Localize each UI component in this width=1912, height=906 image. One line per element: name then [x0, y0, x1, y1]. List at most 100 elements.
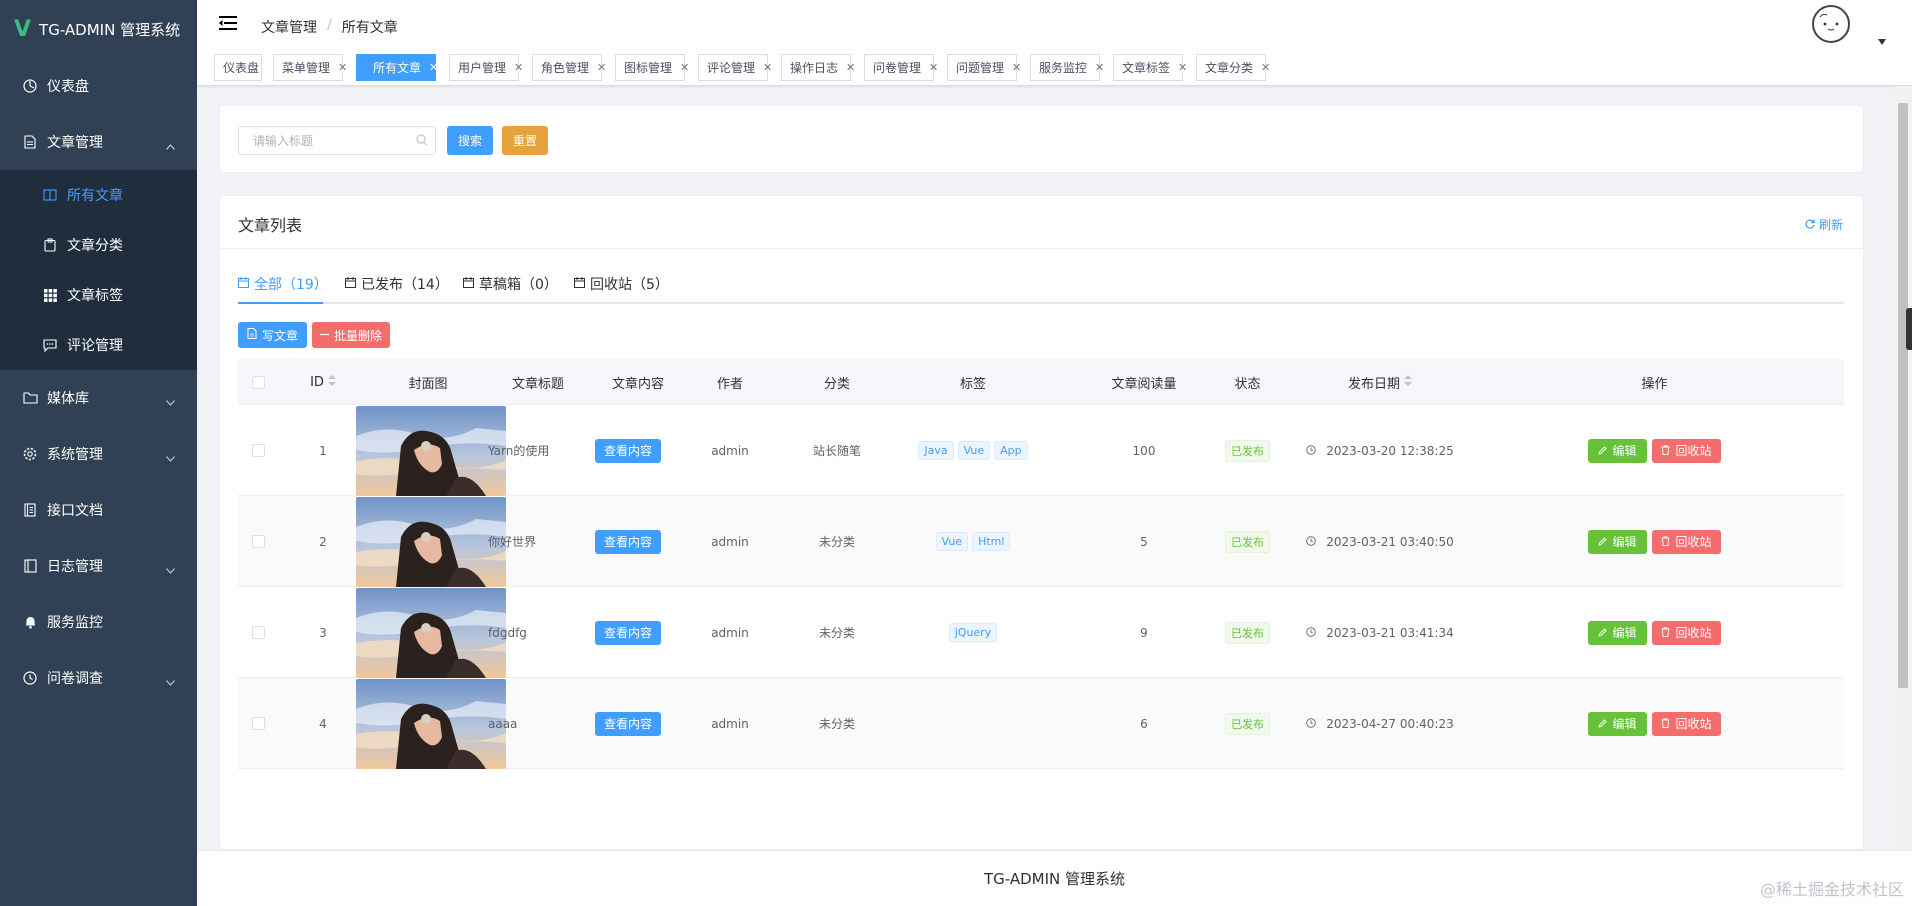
sidebar-item-1[interactable]: 仪表盘 [0, 58, 197, 114]
scrollbar-thumb[interactable] [1898, 103, 1908, 688]
column-header-label: 发布日期 [1347, 376, 1400, 392]
edit-button[interactable]: 编辑 [1588, 438, 1647, 463]
sidebar-subitem-3[interactable]: 文章标签 [0, 270, 197, 320]
tag-4[interactable]: 用户管理 ✕ [449, 54, 523, 81]
close-icon[interactable]: ✕ [429, 61, 438, 74]
view-content-button[interactable]: 查看内容 [595, 711, 661, 736]
tab-3[interactable]: 草稿箱（0） [463, 274, 558, 294]
tag-8[interactable]: 操作日志 ✕ [781, 54, 855, 81]
cell-date: 2023-04-27 00:40:23 [1295, 678, 1465, 769]
column-header[interactable]: 发布日期 [1295, 359, 1465, 405]
grid-icon [42, 287, 58, 303]
view-content-button[interactable]: 查看内容 [595, 620, 661, 645]
sidebar-subitem-1[interactable]: 所有文章 [0, 170, 197, 220]
search-button[interactable]: 搜索 [447, 126, 493, 155]
edit-button[interactable]: 编辑 [1588, 711, 1647, 736]
tag-2[interactable]: 菜单管理 ✕ [273, 54, 347, 81]
breadcrumb-parent[interactable]: 文章管理 [261, 17, 317, 37]
tag-3[interactable]: 所有文章 ✕ [356, 54, 438, 81]
sidebar-subitem-4[interactable]: 评论管理 [0, 320, 197, 370]
sidebar-item-5[interactable]: 接口文档 [0, 482, 197, 538]
recycle-button[interactable]: 回收站 [1652, 620, 1721, 645]
write-article-button[interactable]: 写文章 [238, 322, 307, 348]
tag-1[interactable]: 仪表盘 [214, 54, 262, 81]
column-header[interactable]: ID [278, 359, 368, 405]
sidebar-item-7[interactable]: 服务监控 [0, 594, 197, 650]
close-icon[interactable]: ✕ [763, 61, 772, 74]
tag-5[interactable]: 角色管理 ✕ [532, 54, 606, 81]
recycle-button[interactable]: 回收站 [1652, 711, 1721, 736]
cell-author-text: admin [711, 716, 749, 731]
side-handle[interactable] [1906, 308, 1912, 350]
sidebar-item-6[interactable]: 日志管理 [0, 538, 197, 594]
trash-icon [1661, 717, 1670, 731]
edit-button[interactable]: 编辑 [1588, 620, 1647, 645]
cell-actions: 编辑 回收站 [1465, 405, 1844, 496]
sidebar-item-4[interactable]: 系统管理 [0, 426, 197, 482]
close-icon[interactable]: ✕ [846, 61, 855, 74]
close-icon[interactable]: ✕ [1261, 61, 1270, 74]
search-input[interactable] [238, 126, 436, 155]
tag-7[interactable]: 评论管理 ✕ [698, 54, 772, 81]
tab-active-bar [238, 302, 323, 304]
tag-10[interactable]: 问题管理 ✕ [947, 54, 1021, 81]
cover-image[interactable] [355, 587, 506, 678]
row-checkbox[interactable] [251, 535, 265, 548]
close-icon[interactable]: ✕ [597, 61, 606, 74]
caret-down-icon[interactable] [1878, 34, 1886, 49]
close-icon[interactable]: ✕ [1095, 61, 1104, 74]
cover-image[interactable] [355, 496, 506, 587]
sidebar-item-2[interactable]: 文章管理 [0, 114, 197, 170]
tag-9[interactable]: 问卷管理 ✕ [864, 54, 938, 81]
refresh-button[interactable]: 刷新 [1805, 216, 1843, 233]
article-tag: Vue [957, 441, 991, 460]
sidebar-item-label: 媒体库 [47, 391, 89, 407]
tag-13[interactable]: 文章分类 ✕ [1196, 54, 1270, 81]
avatar[interactable] [1812, 5, 1850, 43]
cover-image[interactable] [355, 405, 506, 496]
reset-button[interactable]: 重置 [502, 126, 548, 155]
breadcrumb-separator: / [327, 17, 332, 33]
close-icon[interactable]: ✕ [1012, 61, 1021, 74]
close-icon[interactable]: ✕ [1178, 61, 1187, 74]
sidebar-item-8[interactable]: 问卷调查 [0, 650, 197, 706]
edit-button[interactable]: 编辑 [1588, 529, 1647, 554]
close-icon[interactable]: ✕ [514, 61, 523, 74]
cell-views-text: 100 [1132, 443, 1156, 458]
recycle-button[interactable]: 回收站 [1652, 529, 1721, 554]
search-icon[interactable] [416, 134, 428, 150]
tab-4[interactable]: 回收站（5） [574, 274, 669, 294]
view-content-button[interactable]: 查看内容 [595, 529, 661, 554]
sidebar-subitem-2[interactable]: 文章分类 [0, 220, 197, 270]
tab-label: 草稿箱（0） [479, 277, 558, 293]
hamburger-icon[interactable] [219, 15, 237, 35]
logo[interactable]: V TG-ADMIN 管理系统 [0, 0, 197, 58]
cover-image[interactable] [355, 678, 506, 769]
tab-2[interactable]: 已发布（14） [345, 274, 449, 294]
cell-title-text: aaaa [488, 716, 518, 731]
row-checkbox[interactable] [251, 444, 265, 457]
batch-delete-button[interactable]: 批量删除 [312, 322, 390, 348]
column-header-label: 状态 [1234, 376, 1261, 392]
close-icon[interactable]: ✕ [680, 61, 689, 74]
close-icon[interactable]: ✕ [929, 61, 938, 74]
row-checkbox[interactable] [251, 717, 265, 730]
tab-1[interactable]: 全部（19） [238, 274, 328, 294]
trash-icon [1661, 444, 1670, 458]
bell-icon [22, 614, 38, 630]
close-icon[interactable]: ✕ [338, 61, 347, 74]
tag-12[interactable]: 文章标签 ✕ [1113, 54, 1187, 81]
cell-category-text: 未分类 [818, 626, 855, 640]
table-row: 3 fdgdfg 查看内容 admin 未分类 jQuery 9 已发布 2023-03-21 … [238, 587, 1844, 678]
sort-icon[interactable] [1404, 374, 1412, 390]
sort-icon[interactable] [327, 374, 336, 390]
select-all-checkbox[interactable] [251, 375, 265, 389]
tag-11[interactable]: 服务监控 ✕ [1030, 54, 1104, 81]
recycle-button[interactable]: 回收站 [1652, 438, 1721, 463]
sidebar-item-3[interactable]: 媒体库 [0, 370, 197, 426]
tag-6[interactable]: 图标管理 ✕ [615, 54, 689, 81]
card-title: 文章列表 [238, 216, 303, 235]
tag-label: 文章标签 [1122, 61, 1171, 75]
view-content-button[interactable]: 查看内容 [595, 438, 661, 463]
row-checkbox[interactable] [251, 626, 265, 639]
